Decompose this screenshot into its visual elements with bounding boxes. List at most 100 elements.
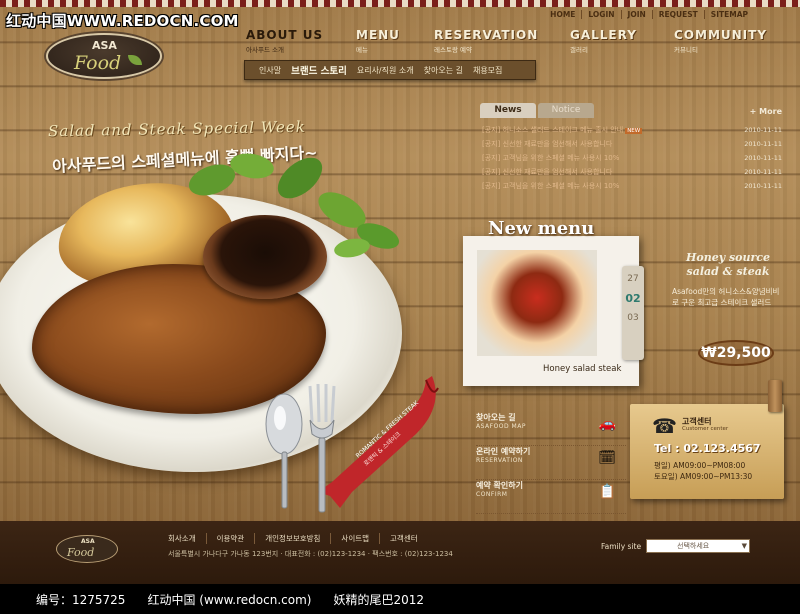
news-date: 2010-11-11	[744, 154, 782, 162]
footer-link-terms[interactable]: 이용약관	[207, 533, 256, 544]
nav-sub-label: 레스토랑 예약	[434, 46, 472, 54]
nav-item-community[interactable]: COMMUNITY 커뮤니티	[674, 28, 767, 54]
nav-item-about-us[interactable]: ABOUT US 아사푸드 소개	[246, 28, 323, 54]
subnav-item-greeting[interactable]: 인사말	[259, 65, 281, 76]
quick-links: 찾아오는 길 ASAFOOD MAP 🚗 온라인 예약하기 RESERVATIO…	[476, 412, 626, 514]
new-menu-photo-card[interactable]: Honey salad steak	[463, 236, 639, 386]
family-site-select[interactable]: 선택하세요 ▼	[646, 539, 750, 553]
tag-day: 27	[627, 274, 639, 284]
caption-id: 编号：1275725	[36, 592, 126, 607]
calendar-icon: 🗓	[598, 450, 616, 466]
telephone-icon: ☎	[652, 414, 677, 438]
chevron-down-icon: ▼	[741, 542, 747, 550]
nav-sub-label: 아사푸드 소개	[246, 46, 284, 54]
news-more-link[interactable]: + More	[750, 107, 782, 116]
cs-sub-label: Customer center	[682, 426, 729, 432]
cs-telephone: Tel : 02.123.4567	[654, 442, 761, 455]
menu-price: ₩29,500	[698, 340, 774, 366]
caption-site: 红动中国 (www.redocn.com)	[147, 592, 312, 607]
menu-name-line1: Honey source	[686, 251, 770, 264]
subnav-item-directions[interactable]: 찾아오는 길	[424, 65, 463, 76]
util-link-sitemap[interactable]: SITEMAP	[705, 10, 754, 19]
footer-logo[interactable]: ASA Food	[56, 535, 118, 563]
footer-link-privacy[interactable]: 개인정보보호방침	[255, 533, 332, 544]
footer-logo-top: ASA	[81, 538, 95, 545]
customer-center-card: ☎ 고객센터 Customer center Tel : 02.123.4567…	[630, 404, 784, 499]
tab-news[interactable]: News	[480, 103, 536, 118]
nav-item-menu[interactable]: MENU 메뉴	[356, 28, 400, 54]
menu-description: Honey source salad & steak Asafood만의 허니소…	[672, 251, 784, 308]
tag-day-highlight: 02	[625, 292, 641, 305]
page: 红动中国WWW.REDOCN.COM HOME LOGIN JOIN REQUE…	[0, 0, 800, 614]
quick-link-confirm[interactable]: 예약 확인하기 CONFIRM 📋	[476, 480, 626, 514]
quick-link-map[interactable]: 찾아오는 길 ASAFOOD MAP 🚗	[476, 412, 626, 446]
decorative-top-border	[0, 0, 800, 7]
date-tag: 27 02 03	[622, 266, 644, 360]
footer-link-company[interactable]: 회사소개	[168, 533, 207, 544]
util-link-login[interactable]: LOGIN	[582, 10, 622, 19]
main-nav: ABOUT US 아사푸드 소개 MENU 메뉴 RESERVATION 레스토…	[246, 28, 786, 58]
leaf-icon	[128, 55, 142, 65]
news-title: [공지] 신선한 재료만을 엄선해서 사용합니다	[482, 140, 613, 148]
news-title: [공지] 고객님을 위한 스페셜 메뉴 사용시 10%	[482, 154, 620, 162]
util-link-home[interactable]: HOME	[544, 10, 583, 19]
logo-top-text: ASA	[92, 39, 117, 52]
nav-item-gallery[interactable]: GALLERY 갤러리	[570, 28, 637, 54]
news-title-text: [공지] 허니소스 샐러드 스테이크 메뉴 출시 안내	[482, 126, 624, 134]
sub-nav-bar: 인사말 브랜드 스토리 요리사/직원 소개 찾아오는 길 채용모집	[244, 60, 536, 80]
nav-label: RESERVATION	[434, 28, 539, 42]
news-date: 2010-11-11	[744, 140, 782, 148]
news-date: 2010-11-11	[744, 182, 782, 190]
family-site-value: 선택하세요	[677, 542, 710, 550]
new-badge: NEW	[625, 128, 643, 134]
news-row[interactable]: [공지] 고객님을 위한 스페셜 메뉴 사용시 10% 2010-11-11	[482, 151, 782, 165]
cs-hours-saturday: 토요일) AM09:00~PM13:30	[654, 472, 753, 481]
subnav-item-recruit[interactable]: 채용모집	[473, 65, 502, 76]
subnav-item-staff[interactable]: 요리사/직원 소개	[357, 65, 414, 76]
util-link-join[interactable]: JOIN	[622, 10, 653, 19]
footer-link-support[interactable]: 고객센터	[380, 533, 428, 544]
footer-links: 회사소개 이용약관 개인정보보호방침 사이트맵 고객센터	[168, 533, 428, 544]
news-date: 2010-11-11	[744, 168, 782, 176]
clothespin-icon	[768, 380, 782, 412]
nav-sub-label: 갤러리	[570, 46, 588, 54]
nav-label: ABOUT US	[246, 28, 324, 42]
nav-sub-label: 메뉴	[356, 46, 368, 54]
nav-item-reservation[interactable]: RESERVATION 레스토랑 예약	[434, 28, 538, 54]
logo-main-text: Food	[74, 52, 122, 74]
nav-label: COMMUNITY	[674, 28, 768, 42]
news-row[interactable]: [공지] 허니소스 샐러드 스테이크 메뉴 출시 안내 NEW 2010-11-1…	[482, 123, 782, 137]
subnav-item-brand-story[interactable]: 브랜드 스토리	[291, 63, 347, 77]
nav-label: MENU	[356, 28, 400, 42]
news-row[interactable]: [공지] 고객님을 위한 스페셜 메뉴 사용시 10% 2010-11-11	[482, 179, 782, 193]
fork-icon	[308, 383, 336, 513]
note-icon: 📋	[598, 484, 616, 500]
utility-nav: HOME LOGIN JOIN REQUEST SITEMAP	[544, 10, 754, 19]
menu-name-line2: salad & steak	[686, 265, 770, 278]
tab-notice[interactable]: Notice	[538, 103, 594, 118]
news-row[interactable]: [공지] 신선한 재료만을 엄선해서 사용합니다 2010-11-11	[482, 137, 782, 151]
nav-label: GALLERY	[570, 28, 637, 42]
news-panel: News Notice + More [공지] 허니소스 샐러드 스테이크 메뉴…	[480, 103, 782, 193]
cs-hours: 평일) AM09:00~PM08:00 토요일) AM09:00~PM13:30	[654, 460, 752, 482]
new-menu-title: New menu	[488, 218, 595, 239]
footer-address: 서울특별시 가나다구 가나동 123번지 · 대표전화 : (02)123-12…	[168, 550, 453, 558]
news-list: [공지] 허니소스 샐러드 스테이크 메뉴 출시 안내 NEW 2010-11-1…	[482, 123, 782, 193]
news-tabs: News Notice	[480, 103, 594, 118]
site-logo[interactable]: ASA Food	[46, 33, 162, 79]
footer-link-sitemap[interactable]: 사이트맵	[331, 533, 381, 544]
cs-hours-weekday: 평일) AM09:00~PM08:00	[654, 461, 746, 470]
news-title: [공지] 허니소스 샐러드 스테이크 메뉴 출시 안내 NEW	[482, 125, 682, 135]
news-date: 2010-11-11	[744, 126, 782, 134]
salad-steak-photo	[477, 250, 597, 356]
tag-day: 03	[627, 313, 639, 323]
car-icon: 🚗	[598, 416, 616, 432]
news-row[interactable]: [공지] 신선한 재료만을 엄선해서 사용합니다 2010-11-11	[482, 165, 782, 179]
herb-leaves-image	[188, 153, 400, 258]
util-link-request[interactable]: REQUEST	[653, 10, 705, 19]
menu-desc-text: Asafood만의 허니소스&양념비비로 구운 최고급 스테이크 샐러드	[672, 287, 780, 307]
photo-caption: Honey salad steak	[543, 364, 622, 374]
quick-link-reservation[interactable]: 온라인 예약하기 RESERVATION 🗓	[476, 446, 626, 480]
footer: ASA Food 회사소개 이용약관 개인정보보호방침 사이트맵 고객센터 서울…	[0, 521, 800, 584]
nav-sub-label: 커뮤니티	[674, 46, 698, 54]
